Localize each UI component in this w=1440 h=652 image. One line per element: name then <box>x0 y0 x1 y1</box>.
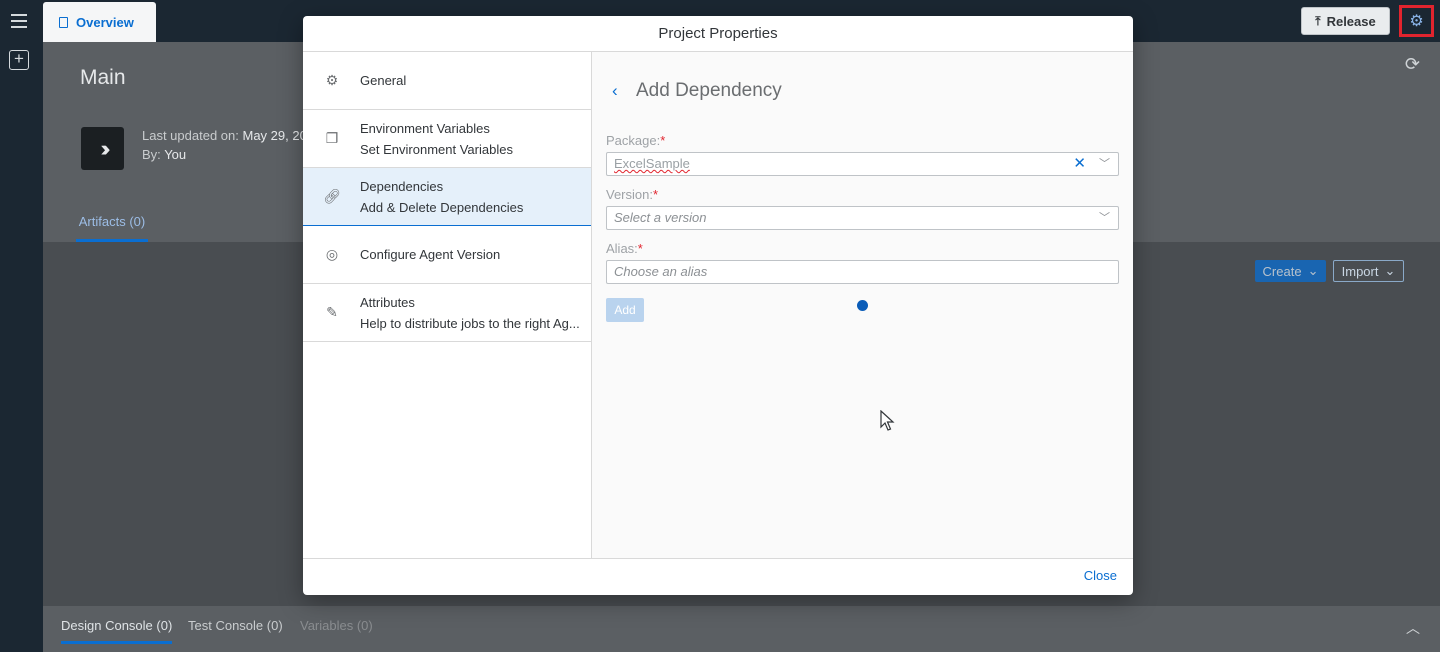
dialog-nav: ⚙ General ❐ Environment Variables Set En… <box>303 52 592 558</box>
updated-by: By: You <box>142 147 186 162</box>
nav-item-dependencies[interactable]: 🔗︎ Dependencies Add & Delete Dependencie… <box>303 168 591 226</box>
required-mark: * <box>660 133 666 148</box>
nav-label: Configure Agent Version <box>360 247 501 262</box>
detail-title: Add Dependency <box>636 80 782 101</box>
last-updated-label: Last updated on: <box>142 128 239 143</box>
page-title: Main <box>80 66 126 89</box>
chevron-down-icon[interactable]: ﹀ <box>1099 207 1110 229</box>
link-icon: 🔗︎ <box>323 188 341 204</box>
back-icon[interactable]: ‹ <box>612 81 618 101</box>
tab-overview[interactable]: Overview <box>43 2 156 42</box>
robot-icon: ◎ <box>325 246 339 262</box>
alias-placeholder: Choose an alias <box>614 264 708 279</box>
upload-icon: ⤒ <box>1315 13 1321 28</box>
create-label: Create <box>1262 263 1302 279</box>
attribute-icon: ✎ <box>326 304 338 320</box>
chevron-up-icon[interactable]: ︿ <box>1406 618 1420 638</box>
required-mark: * <box>637 241 643 256</box>
nav-item-agent-version[interactable]: ◎ Configure Agent Version <box>303 226 591 284</box>
package-value: ExcelSample <box>614 156 690 171</box>
tab-artifacts[interactable]: Artifacts (0) <box>76 208 148 242</box>
document-icon <box>59 16 68 28</box>
nav-label: Dependencies <box>360 178 444 194</box>
left-rail: + <box>0 0 43 652</box>
add-dependency-panel: ‹ Add Dependency Package:* ExcelSample ✕… <box>592 52 1133 558</box>
package-combobox[interactable]: ExcelSample ✕ ﹀ <box>606 152 1119 176</box>
refresh-icon[interactable]: ⟳ <box>1405 54 1420 75</box>
release-label: Release <box>1326 13 1376 29</box>
nav-item-environment-variables[interactable]: ❐ Environment Variables Set Environment … <box>303 110 591 168</box>
last-updated: Last updated on: May 29, 20 <box>142 128 307 143</box>
tab-variables[interactable]: Variables (0) <box>300 618 373 633</box>
close-button[interactable]: Close <box>1084 568 1117 583</box>
document-icon: ❐ <box>325 130 339 146</box>
settings-button[interactable]: ⚙ <box>1399 5 1434 37</box>
chevron-down-icon[interactable]: ﹀ <box>1099 153 1110 175</box>
close-icon[interactable]: ✕ <box>1073 153 1086 175</box>
import-button[interactable]: Import ⌄ <box>1333 260 1404 282</box>
nav-item-general[interactable]: ⚙ General <box>303 52 591 110</box>
gear-icon: ⚙ <box>1409 13 1424 30</box>
chevron-down-icon: ⌄ <box>1307 263 1319 278</box>
busy-indicator <box>857 300 868 311</box>
nav-sublabel: Add & Delete Dependencies <box>360 199 524 215</box>
tab-test-console[interactable]: Test Console (0) <box>188 618 283 633</box>
nav-sublabel: Help to distribute jobs to the right Ag.… <box>360 315 580 331</box>
nav-label: Attributes <box>360 294 415 310</box>
project-icon: ››› <box>81 127 124 170</box>
alias-label: Alias:* <box>606 241 643 256</box>
alias-label-text: Alias: <box>606 241 638 256</box>
package-label: Package:* <box>606 133 665 148</box>
dialog-body: ⚙ General ❐ Environment Variables Set En… <box>303 52 1133 558</box>
nav-label: General <box>360 73 407 88</box>
menu-icon[interactable] <box>11 14 27 28</box>
alias-input[interactable]: Choose an alias <box>606 260 1119 284</box>
create-button[interactable]: Create ⌄ <box>1255 260 1326 282</box>
mouse-cursor-icon <box>880 410 895 431</box>
gear-icon: ⚙ <box>325 72 339 88</box>
dialog-footer: Close <box>303 558 1133 595</box>
add-icon[interactable]: + <box>9 50 29 70</box>
tab-overview-label: Overview <box>76 14 134 30</box>
add-button[interactable]: Add <box>606 298 644 322</box>
nav-item-attributes[interactable]: ✎ Attributes Help to distribute jobs to … <box>303 284 591 342</box>
console-bar: Design Console (0) Test Console (0) Vari… <box>43 606 1440 652</box>
nav-sublabel: Set Environment Variables <box>360 141 513 157</box>
chevron-down-icon: ⌄ <box>1384 263 1396 278</box>
package-label-text: Package: <box>606 133 661 148</box>
release-button[interactable]: ⤒ Release <box>1301 7 1390 35</box>
last-updated-value: May 29, 20 <box>242 128 307 143</box>
by-value: You <box>164 147 187 162</box>
required-mark: * <box>652 187 659 202</box>
project-properties-dialog: Project Properties ⚙ General ❐ Environme… <box>303 16 1133 595</box>
tab-design-console[interactable]: Design Console (0) <box>61 618 173 644</box>
version-label: Version:* <box>606 187 658 202</box>
version-select[interactable]: Select a version ﹀ <box>606 206 1119 230</box>
nav-label: Environment Variables <box>360 120 490 136</box>
import-label: Import <box>1341 263 1379 279</box>
by-label: By: <box>142 147 161 162</box>
version-placeholder: Select a version <box>614 210 707 225</box>
version-label-text: Version: <box>606 187 653 202</box>
dialog-title: Project Properties <box>303 16 1133 52</box>
